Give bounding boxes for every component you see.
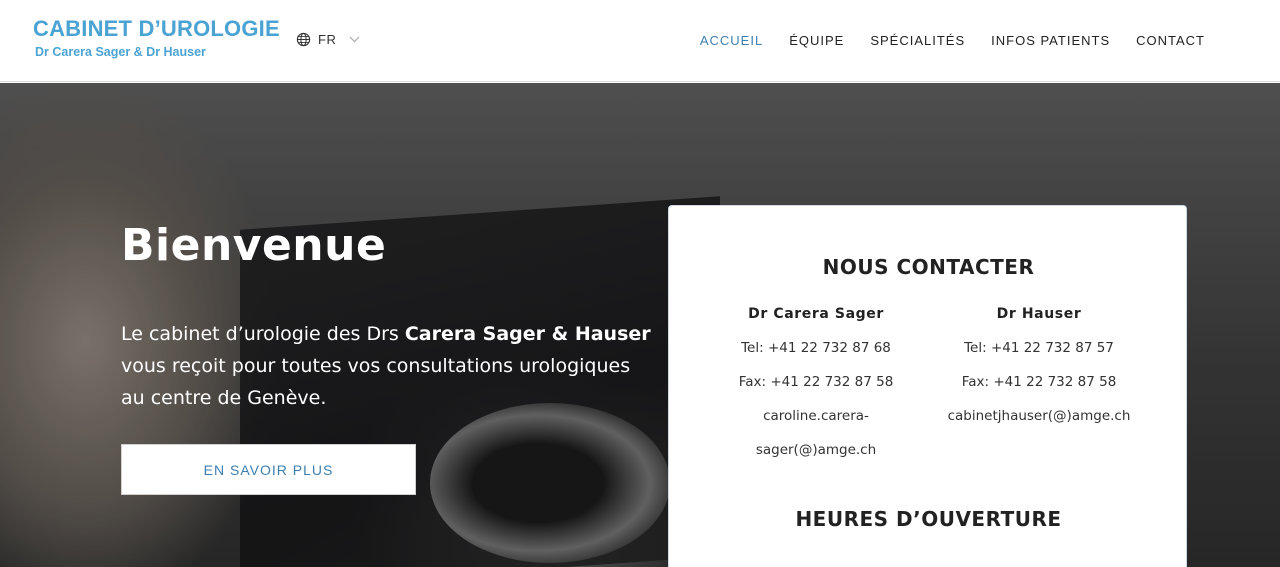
doctor-email[interactable]: cabinetjhauser(@)amge.ch (924, 399, 1154, 433)
hero-text-end: vous reçoit pour toutes vos consultation… (121, 355, 631, 409)
main-nav: ACCUEIL ÉQUIPE SPÉCIALITÉS INFOS PATIENT… (674, 33, 1205, 48)
nav-equipe[interactable]: ÉQUIPE (789, 33, 844, 48)
hero-title: Bienvenue (121, 220, 387, 271)
nav-specialites[interactable]: SPÉCIALITÉS (870, 33, 965, 48)
site-header: CABINET D’UROLOGIE Dr Carera Sager & Dr … (0, 0, 1280, 82)
hero-text-doctors: Carera Sager & Hauser (404, 323, 651, 345)
logo-title: CABINET D’UROLOGIE (33, 16, 280, 41)
doctor-fax: Fax: +41 22 732 87 58 (961, 374, 1117, 390)
language-selector[interactable]: FR (296, 32, 360, 47)
globe-icon (296, 32, 311, 47)
doctor-phone[interactable]: Tel: +41 22 732 87 57 (924, 331, 1154, 365)
doctor-name: Dr Carera Sager (748, 306, 884, 322)
logo-subtitle: Dr Carera Sager & Dr Hauser (35, 45, 206, 59)
site-logo[interactable]: CABINET D’UROLOGIE Dr Carera Sager & Dr … (33, 16, 280, 59)
nav-contact[interactable]: CONTACT (1136, 33, 1205, 48)
contact-card: NOUS CONTACTER Dr Carera Sager Tel: +41 … (668, 205, 1187, 567)
doctor-contact-carera-sager: Dr Carera Sager Tel: +41 22 732 87 68 Fa… (701, 302, 931, 467)
nav-accueil[interactable]: ACCUEIL (700, 33, 763, 48)
contact-title: NOUS CONTACTER (822, 255, 1035, 279)
opening-hours-title: HEURES D’OUVERTURE (795, 507, 1062, 531)
doctor-contact-hauser: Dr Hauser Tel: +41 22 732 87 57 Fax: +41… (924, 302, 1154, 433)
nav-infos-patients[interactable]: INFOS PATIENTS (991, 33, 1110, 48)
hero-description: Le cabinet d’urologie des Drs Carera Sag… (121, 318, 651, 414)
learn-more-label: EN SAVOIR PLUS (203, 461, 334, 478)
learn-more-button[interactable]: EN SAVOIR PLUS (121, 444, 416, 495)
chevron-down-icon (349, 36, 360, 43)
doctor-email[interactable]: caroline.carera-sager(@)amge.ch (701, 399, 931, 467)
doctor-fax: Fax: +41 22 732 87 58 (738, 374, 894, 390)
language-label: FR (318, 32, 337, 47)
doctor-phone[interactable]: Tel: +41 22 732 87 68 (701, 331, 931, 365)
hero-text-start: Le cabinet d’urologie des Drs (121, 323, 405, 345)
doctor-name: Dr Hauser (996, 306, 1082, 322)
